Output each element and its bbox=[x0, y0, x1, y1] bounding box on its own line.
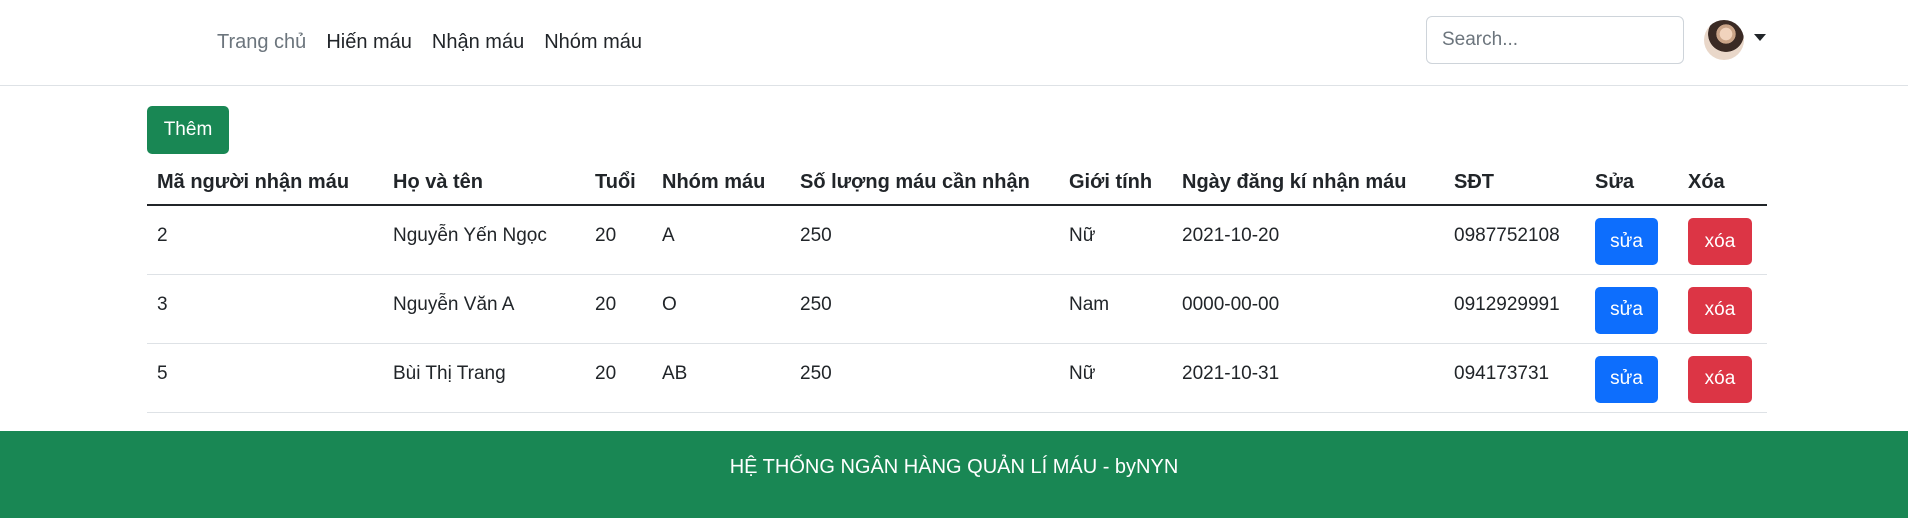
add-button[interactable]: Thêm bbox=[147, 106, 229, 154]
cell-date: 0000-00-00 bbox=[1172, 274, 1444, 344]
cell-phone: 0912929991 bbox=[1444, 274, 1585, 344]
col-header-phone: SĐT bbox=[1444, 160, 1585, 206]
cell-gender: Nữ bbox=[1059, 343, 1172, 413]
nav-link-blood-group[interactable]: Nhóm máu bbox=[534, 28, 652, 56]
cell-date: 2021-10-20 bbox=[1172, 205, 1444, 275]
cell-edit: sửa bbox=[1585, 205, 1678, 275]
cell-date: 2021-10-31 bbox=[1172, 343, 1444, 413]
chevron-down-icon[interactable] bbox=[1754, 34, 1766, 41]
col-header-delete: Xóa bbox=[1678, 160, 1767, 206]
cell-name: Bùi Thị Trang bbox=[383, 343, 585, 413]
col-header-name: Họ và tên bbox=[383, 160, 585, 206]
cell-quantity: 250 bbox=[790, 274, 1059, 344]
col-header-edit: Sửa bbox=[1585, 160, 1678, 206]
cell-id: 2 bbox=[147, 205, 383, 275]
footer: HỆ THỐNG NGÂN HÀNG QUẢN LÍ MÁU - byNYN bbox=[0, 431, 1908, 518]
cell-delete: xóa bbox=[1678, 274, 1767, 344]
cell-age: 20 bbox=[585, 205, 652, 275]
table-header-row: Mã người nhận máu Họ và tên Tuổi Nhóm má… bbox=[147, 160, 1767, 206]
cell-delete: xóa bbox=[1678, 343, 1767, 413]
cell-edit: sửa bbox=[1585, 343, 1678, 413]
cell-quantity: 250 bbox=[790, 205, 1059, 275]
delete-button[interactable]: xóa bbox=[1688, 355, 1752, 403]
top-navbar: Trang chủ Hiến máu Nhận máu Nhóm máu bbox=[0, 0, 1908, 86]
cell-gender: Nam bbox=[1059, 274, 1172, 344]
cell-blood-group: A bbox=[652, 205, 790, 275]
cell-name: Nguyễn Yến Ngọc bbox=[383, 205, 585, 275]
col-header-blood-group: Nhóm máu bbox=[652, 160, 790, 206]
delete-button[interactable]: xóa bbox=[1688, 218, 1752, 265]
cell-name: Nguyễn Văn A bbox=[383, 274, 585, 344]
table-row: 2 Nguyễn Yến Ngọc 20 A 250 Nữ 2021-10-20… bbox=[147, 205, 1767, 275]
recipients-table: Mã người nhận máu Họ và tên Tuổi Nhóm má… bbox=[147, 160, 1767, 413]
cell-edit: sửa bbox=[1585, 274, 1678, 344]
search-input[interactable] bbox=[1426, 16, 1684, 64]
cell-id: 5 bbox=[147, 343, 383, 413]
nav-link-home[interactable]: Trang chủ bbox=[217, 28, 316, 56]
delete-button[interactable]: xóa bbox=[1688, 286, 1752, 334]
col-header-id: Mã người nhận máu bbox=[147, 160, 383, 206]
col-header-quantity: Số lượng máu cần nhận bbox=[790, 160, 1059, 206]
cell-age: 20 bbox=[585, 343, 652, 413]
edit-button[interactable]: sửa bbox=[1595, 218, 1658, 265]
nav-link-receive[interactable]: Nhận máu bbox=[422, 28, 534, 56]
table-row: 3 Nguyễn Văn A 20 O 250 Nam 0000-00-00 0… bbox=[147, 274, 1767, 344]
col-header-age: Tuổi bbox=[585, 160, 652, 206]
cell-gender: Nữ bbox=[1059, 205, 1172, 275]
cell-blood-group: AB bbox=[652, 343, 790, 413]
cell-id: 3 bbox=[147, 274, 383, 344]
cell-phone: 0987752108 bbox=[1444, 205, 1585, 275]
nav-link-donate[interactable]: Hiến máu bbox=[316, 28, 422, 56]
cell-blood-group: O bbox=[652, 274, 790, 344]
cell-age: 20 bbox=[585, 274, 652, 344]
cell-delete: xóa bbox=[1678, 205, 1767, 275]
footer-text: HỆ THỐNG NGÂN HÀNG QUẢN LÍ MÁU - byNYN bbox=[729, 456, 1179, 478]
edit-button[interactable]: sửa bbox=[1595, 355, 1658, 403]
col-header-date: Ngày đăng kí nhận máu bbox=[1172, 160, 1444, 206]
col-header-gender: Giới tính bbox=[1059, 160, 1172, 206]
table-row: 5 Bùi Thị Trang 20 AB 250 Nữ 2021-10-31 … bbox=[147, 343, 1767, 413]
user-avatar[interactable] bbox=[1704, 20, 1744, 60]
edit-button[interactable]: sửa bbox=[1595, 286, 1658, 334]
nav-links: Trang chủ Hiến máu Nhận máu Nhóm máu bbox=[217, 28, 652, 56]
cell-quantity: 250 bbox=[790, 343, 1059, 413]
cell-phone: 094173731 bbox=[1444, 343, 1585, 413]
